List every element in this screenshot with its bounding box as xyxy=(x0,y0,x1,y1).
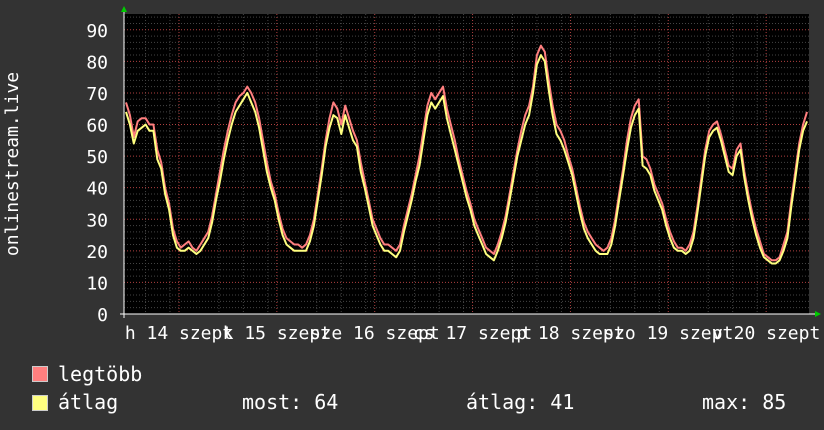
y-tick-label: 20 xyxy=(86,242,108,263)
stat-current: most: 64 xyxy=(242,390,339,414)
legend-swatch-max xyxy=(32,366,48,382)
y-axis-label: onlinestream.live xyxy=(2,72,23,256)
y-tick-label: 80 xyxy=(86,52,108,73)
y-tick-label: 30 xyxy=(86,210,108,231)
x-axis-arrow xyxy=(815,311,821,317)
plot-area xyxy=(124,14,809,314)
y-tick-label: 40 xyxy=(86,179,108,200)
stat-maximum: max: 85 xyxy=(702,390,787,414)
x-tick-label: cs 17 szept xyxy=(413,323,532,344)
legend-label-max: legtöbb xyxy=(58,362,143,386)
y-tick-label: 10 xyxy=(86,273,108,294)
y-tick-label: 60 xyxy=(86,116,108,137)
y-tick-label: 90 xyxy=(86,21,108,42)
y-axis-arrow xyxy=(121,6,127,12)
y-tick-label: 70 xyxy=(86,84,108,105)
y-tick-label: 50 xyxy=(86,147,108,168)
legend-label-avg: átlag xyxy=(58,390,119,414)
x-tick-label: h 14 szept xyxy=(125,323,233,344)
x-tick-label: v 20 szept xyxy=(712,323,820,344)
y-tick-label: 0 xyxy=(97,305,108,326)
legend-swatch-avg xyxy=(32,395,48,411)
stat-average: átlag: 41 xyxy=(466,390,575,414)
